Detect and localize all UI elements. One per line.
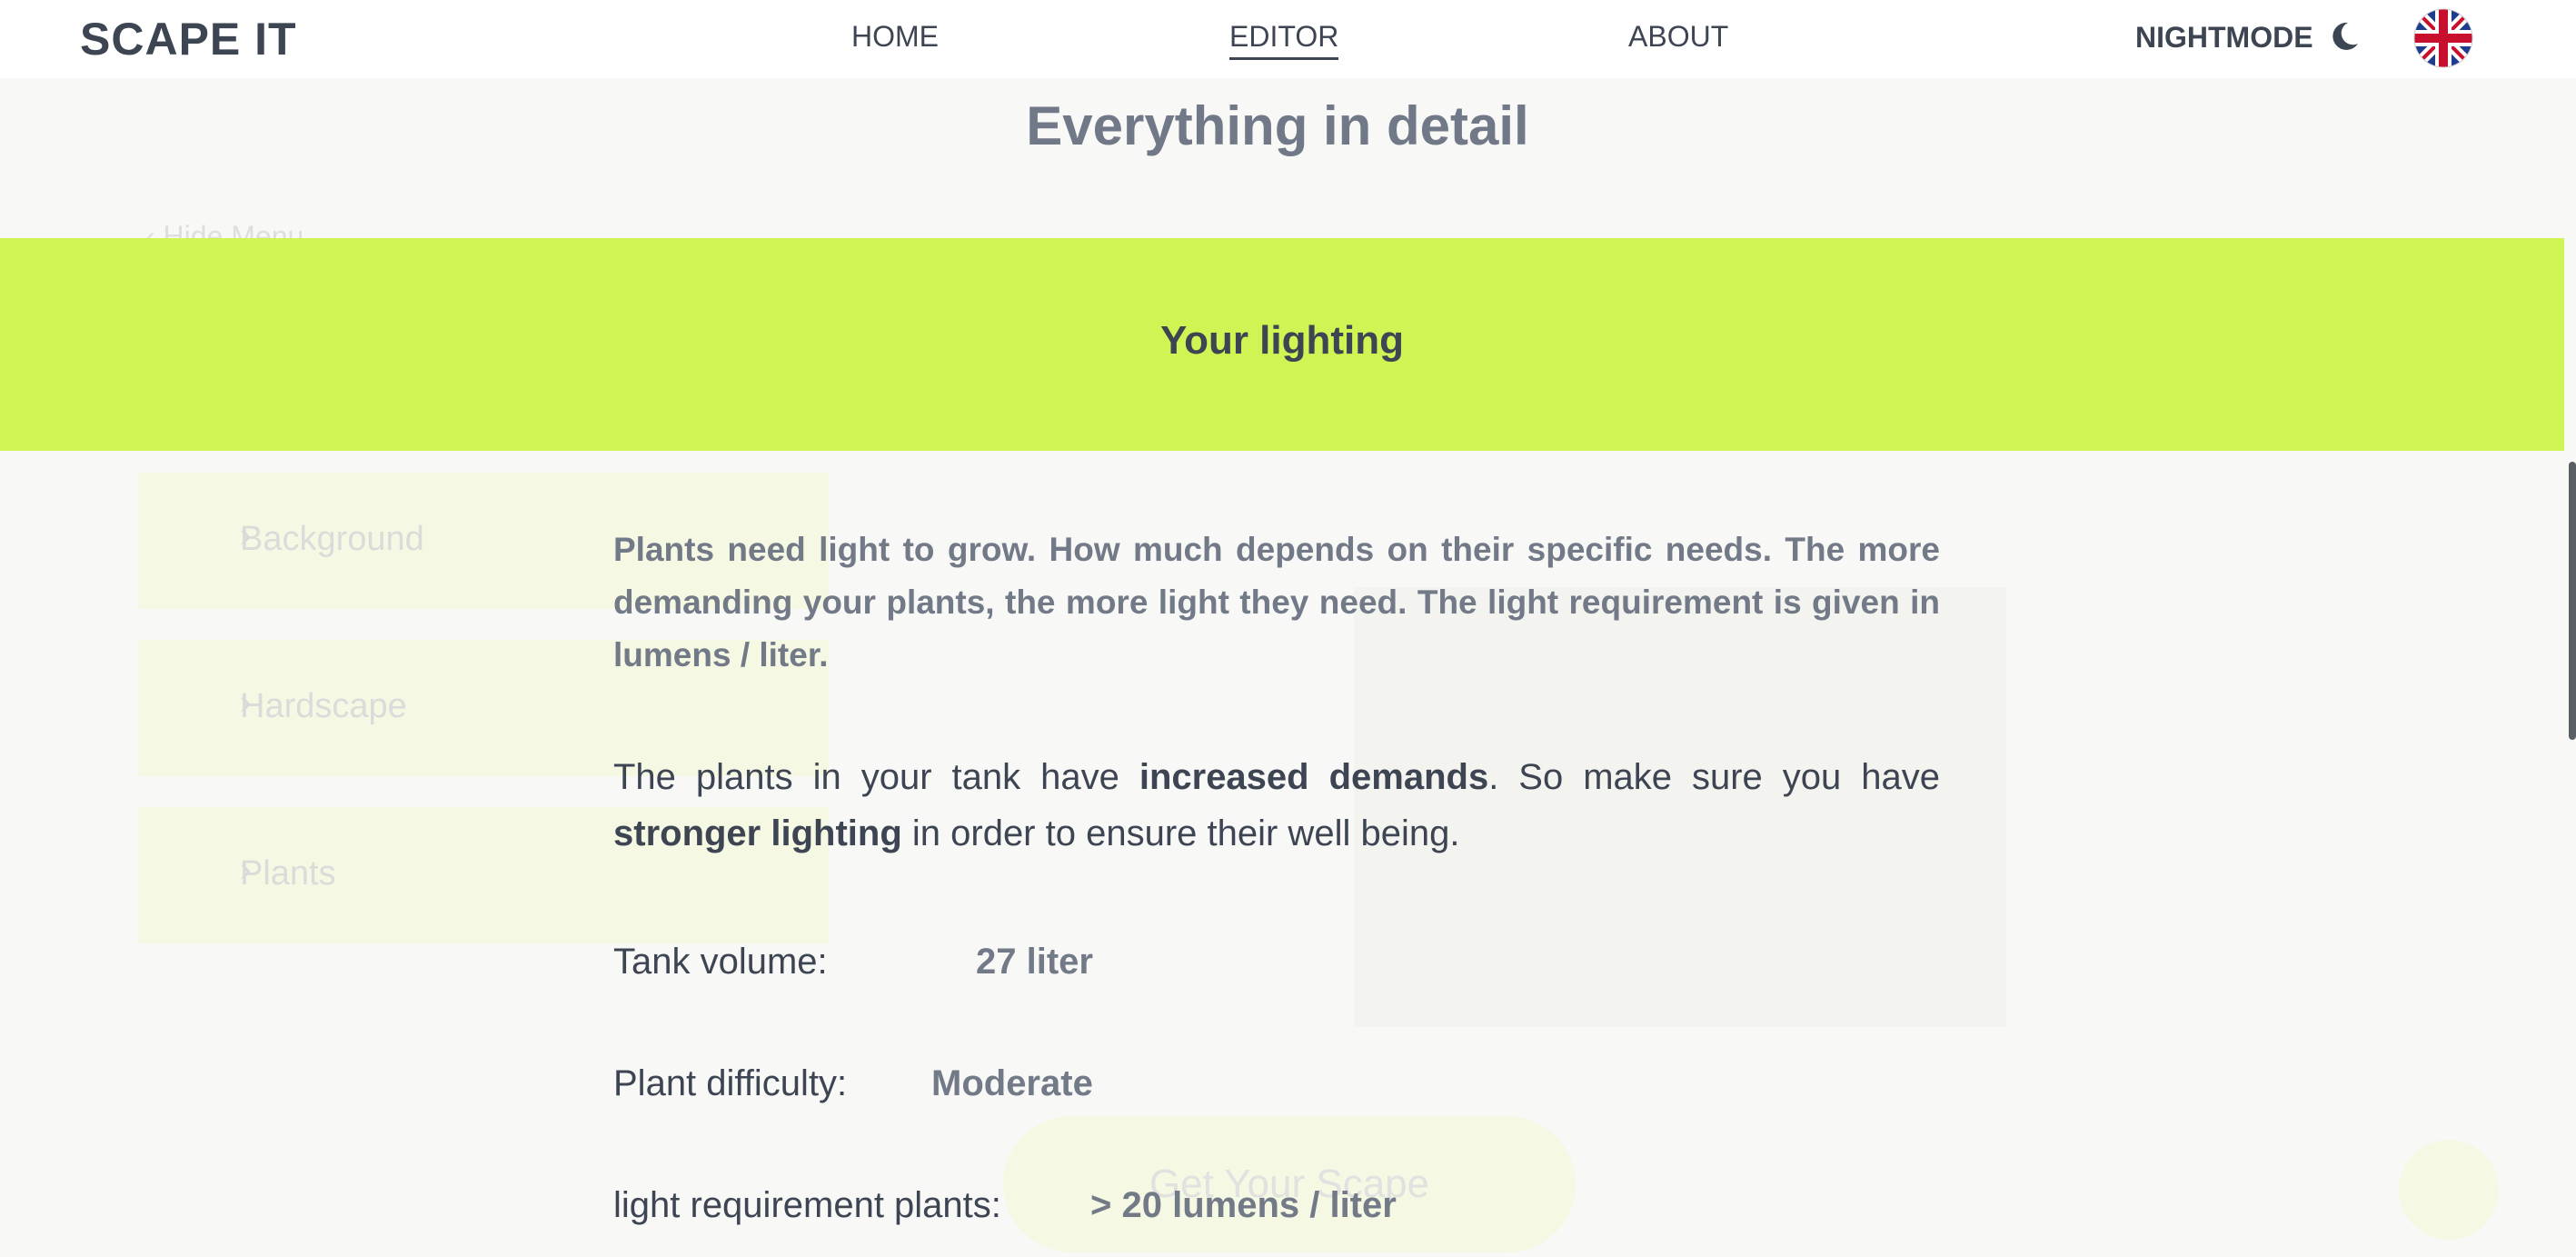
light-requirement-label: light requirement plants: [613, 1185, 1001, 1225]
uk-flag-icon[interactable] [2413, 8, 2473, 68]
nav-about[interactable]: ABOUT [1628, 20, 1728, 54]
tank-volume-row: Tank volume: 27 liter [613, 942, 1093, 983]
scrollbar-thumb[interactable] [2569, 462, 2576, 740]
get-your-scape-button[interactable]: Get Your Scape [1003, 1116, 1576, 1252]
demand-text-part: in order to ensure their well being. [901, 813, 1460, 853]
tank-volume-label: Tank volume: [613, 942, 828, 982]
top-navbar: SCAPE IT HOME EDITOR ABOUT NIGHTMODE [0, 0, 2576, 78]
section-title: Your lighting [1159, 318, 1405, 363]
page-title: Everything in detail [1026, 95, 1529, 156]
nav-home[interactable]: HOME [851, 20, 939, 54]
demand-text-part: The plants in your tank have [613, 757, 1139, 797]
tank-volume-value: 27 liter [976, 942, 1093, 982]
nightmode-toggle[interactable]: NIGHTMODE [2135, 21, 2313, 55]
plant-difficulty-label: Plant difficulty: [613, 1063, 848, 1103]
demand-emphasis: increased demands [1139, 757, 1489, 797]
plant-difficulty-value: Moderate [931, 1063, 1093, 1103]
lighting-emphasis: stronger lighting [613, 813, 902, 853]
nav-editor[interactable]: EDITOR [1229, 20, 1339, 60]
chevron-right-icon: › [240, 683, 252, 722]
bug-report-button[interactable] [2399, 1140, 2499, 1240]
plant-difficulty-row: Plant difficulty: Moderate [613, 1063, 1093, 1104]
section-banner: Your lighting [0, 238, 2564, 451]
demand-text-part: . So make sure you have [1488, 757, 1940, 797]
moon-icon[interactable] [2328, 20, 2361, 53]
demand-text: The plants in your tank have increased d… [613, 749, 1940, 862]
intro-text: Plants need light to grow. How much depe… [613, 531, 1940, 673]
light-requirement-value: > 20 lumens / liter [1090, 1185, 1397, 1225]
light-requirement-row: light requirement plants: > 20 lumens / … [613, 1185, 1397, 1226]
brand-logo[interactable]: SCAPE IT [80, 13, 297, 65]
